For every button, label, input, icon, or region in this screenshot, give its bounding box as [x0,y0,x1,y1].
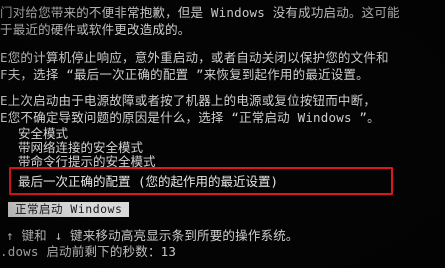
menu-item-safe-mode-network[interactable]: 带网络连接的安全模式 [18,140,143,155]
shutdown-paragraph-line-2: F夫，选择 “最后一次正确的配置 ”来恢复到起作用的最近设置。 [0,67,369,82]
menu-item-safe-mode[interactable]: 安全模式 [18,126,68,141]
countdown-value: 13 [160,244,177,259]
navigation-hint: ↑ 键和 ↓ 键来移动高亮显示条到所要的操作系统。 [6,228,299,243]
power-paragraph-line-1: E上次启动由于电源故障或者按了机器上的电源或复位按钮而中断， [0,93,377,108]
menu-item-last-known-good[interactable]: 最后一次正确的配置 (您的起作用的最近设置) [18,174,278,189]
countdown-line: .dows 启动前剩下的秒数：13 [0,244,176,259]
boot-error-screen: 门对给您带来的不便非常抱歉，但是 Windows 没有成功启动。这可能 于最近的… [0,0,445,268]
shutdown-paragraph-line-1: E您的计算机停止响应，意外重启动，或者自动关闭以保护您的文件和 [0,50,389,65]
power-paragraph-line-2: E您不确定导致问题的原因是什么，选择 “正常启动 Windows ”。 [0,110,380,125]
countdown-label: .dows 启动前剩下的秒数： [0,244,161,259]
menu-item-start-normally[interactable]: 正常启动 Windows [8,202,130,217]
intro-line-1: 门对给您带来的不便非常抱歉，但是 Windows 没有成功启动。这可能 [0,5,400,20]
intro-line-2: 于最近的硬件或软件更改造成的。 [0,22,191,37]
